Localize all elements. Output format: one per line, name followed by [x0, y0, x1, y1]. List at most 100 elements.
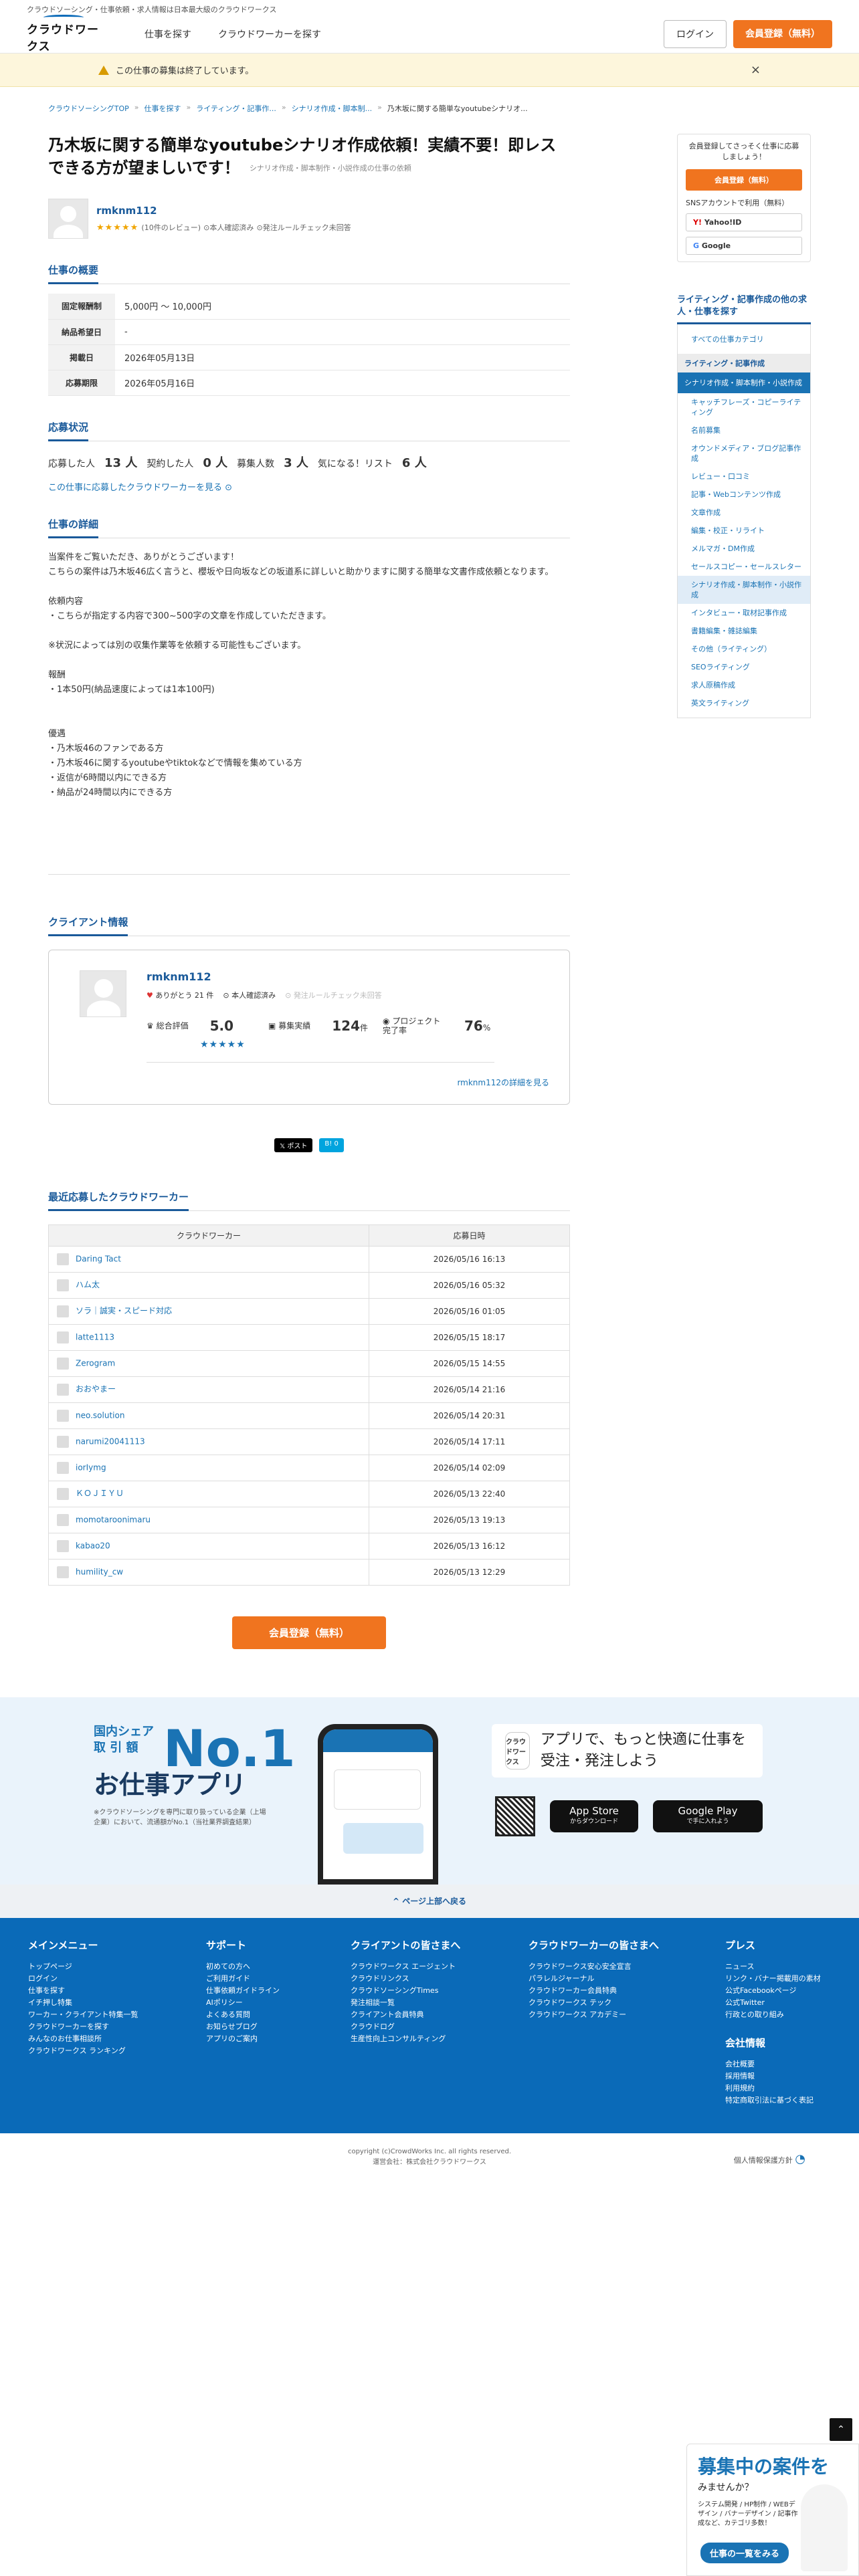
avatar[interactable] — [57, 1357, 69, 1370]
category-item[interactable]: 文章作成 — [678, 504, 810, 522]
footer-link[interactable]: 発注相談一覧 — [351, 1997, 529, 2009]
footer-link[interactable]: みんなのお仕事相談所 — [28, 2033, 206, 2045]
category-item[interactable]: 英文ライティング — [678, 694, 810, 718]
category-item[interactable]: 編集・校正・リライト — [678, 522, 810, 540]
footer-link[interactable]: クラウドワーカー会員特典 — [529, 1985, 725, 1997]
category-item[interactable]: インタビュー・取材記事作成 — [678, 604, 810, 622]
avatar[interactable] — [57, 1487, 69, 1500]
category-item-current[interactable]: シナリオ作成・脚本制作・小説作成 — [678, 576, 810, 604]
worker-link[interactable]: iorIymg — [76, 1463, 106, 1472]
footer-link[interactable]: 採用情報 — [725, 2070, 852, 2082]
category-item[interactable]: その他（ライティング） — [678, 640, 810, 658]
app-store-button[interactable]: App Store からダウンロード — [550, 1800, 638, 1832]
breadcrumb-item[interactable]: ライティング・記事作... — [196, 103, 276, 114]
footer-link[interactable]: クラウドワークス アカデミー — [529, 2009, 725, 2021]
footer-link[interactable]: お知らせブログ — [206, 2021, 351, 2033]
category-item[interactable]: レビュー・口コミ — [678, 467, 810, 486]
company-text[interactable]: 運営会社：株式会社クラウドワークス — [0, 2157, 859, 2168]
footer-link[interactable]: クラウドログ — [351, 2021, 529, 2033]
worker-link[interactable]: momotaroonimaru — [76, 1515, 151, 1524]
job-category[interactable]: シナリオ作成・脚本制作・小説作成の仕事の依頼 — [250, 164, 411, 173]
footer-link[interactable]: クラウドソーシングTimes — [351, 1985, 529, 1997]
worker-link[interactable]: narumi20041113 — [76, 1436, 145, 1446]
nav-find-workers[interactable]: クラウドワーカーを探す — [218, 27, 321, 41]
view-applicants-link[interactable]: この仕事に応募したクラウドワーカーを見る ⊙ — [48, 480, 570, 493]
footer-link[interactable]: 利用規約 — [725, 2082, 852, 2095]
footer-link[interactable]: 公式Twitter — [725, 1997, 852, 2009]
category-item[interactable]: 名前募集 — [678, 421, 810, 439]
footer-link[interactable]: 行政との取り組み — [725, 2009, 852, 2021]
footer-link[interactable]: クラウドワークス安心安全宣言 — [529, 1961, 725, 1973]
worker-link[interactable]: Daring Tact — [76, 1254, 121, 1263]
category-item[interactable]: 求人原稿作成 — [678, 676, 810, 694]
category-group[interactable]: ライティング・記事作成 — [678, 354, 810, 372]
google-play-button[interactable]: Google Play で手に入れよう — [653, 1800, 763, 1832]
avatar[interactable] — [57, 1331, 69, 1344]
avatar[interactable] — [57, 1435, 69, 1448]
privacy-link[interactable]: 個人情報保護方針 ◔ — [734, 2152, 805, 2166]
worker-link[interactable]: humility_cw — [76, 1567, 123, 1576]
worker-link[interactable]: ＫＯＪＩＹＵ — [76, 1489, 124, 1498]
footer-link[interactable]: クライアント会員特典 — [351, 2009, 529, 2021]
google-login-button[interactable]: G Google — [686, 237, 802, 255]
register-cta-button[interactable]: 会員登録（無料） — [232, 1616, 386, 1649]
footer-link[interactable]: 仕事を探す — [28, 1985, 206, 1997]
footer-link[interactable]: 特定商取引法に基づく表記 — [725, 2095, 852, 2107]
avatar[interactable] — [57, 1305, 69, 1317]
footer-link[interactable]: クラウドワークス テック — [529, 1997, 725, 2009]
category-selected[interactable]: シナリオ作成・脚本制作・小説作成 — [678, 372, 810, 393]
yahoo-login-button[interactable]: Y! Yahoo!ID — [686, 213, 802, 231]
close-icon[interactable]: × — [751, 63, 761, 77]
footer-link[interactable]: ニュース — [725, 1961, 852, 1973]
footer-link[interactable]: トップページ — [28, 1961, 206, 1973]
breadcrumb-item[interactable]: クラウドソーシングTOP — [48, 103, 129, 114]
worker-link[interactable]: おおやまー — [76, 1384, 116, 1394]
avatar[interactable] — [57, 1566, 69, 1578]
breadcrumb-item[interactable]: 仕事を探す — [145, 103, 181, 114]
footer-link[interactable]: イチ押し特集 — [28, 1997, 206, 2009]
footer-link[interactable]: 公式Facebookページ — [725, 1985, 852, 1997]
footer-link[interactable]: 生産性向上コンサルティング — [351, 2033, 529, 2045]
footer-link[interactable]: アプリのご案内 — [206, 2033, 351, 2045]
category-item[interactable]: SEOライティング — [678, 658, 810, 676]
ad-view-jobs-button[interactable]: 仕事の一覧をみる — [700, 2543, 789, 2563]
category-item[interactable]: メルマガ・DM作成 — [678, 540, 810, 558]
nav-find-jobs[interactable]: 仕事を探す — [145, 27, 191, 41]
x-post-button[interactable]: 𝕏 ポスト — [274, 1138, 313, 1152]
footer-link[interactable]: パラレルジャーナル — [529, 1973, 725, 1985]
footer-link[interactable]: 会社概要 — [725, 2058, 852, 2070]
worker-link[interactable]: ソラ｜誠実・スピード対応 — [76, 1306, 172, 1315]
footer-link[interactable]: クラウドワークス エージェント — [351, 1961, 529, 1973]
client-detail-link[interactable]: rmknm112の詳細を見る — [457, 1077, 549, 1088]
register-button[interactable]: 会員登録（無料） — [733, 19, 832, 48]
page-top-link[interactable]: ^ ページ上部へ戻る — [0, 1885, 859, 1918]
logo[interactable]: クラウドワークス — [27, 14, 100, 53]
review-count[interactable]: (10件のレビュー) — [141, 223, 201, 232]
footer-link[interactable]: クラウドリンクス — [351, 1973, 529, 1985]
avatar[interactable] — [57, 1461, 69, 1474]
chevron-up-icon[interactable]: ⌃ — [830, 2418, 852, 2441]
all-categories-link[interactable]: すべての仕事カテゴリ — [678, 324, 810, 354]
worker-link[interactable]: kabao20 — [76, 1541, 110, 1550]
footer-link[interactable]: ログイン — [28, 1973, 206, 1985]
avatar[interactable] — [57, 1513, 69, 1526]
worker-link[interactable]: latte1113 — [76, 1332, 114, 1341]
client-name[interactable]: rmknm112 — [147, 970, 547, 983]
worker-link[interactable]: Zerogram — [76, 1358, 115, 1368]
footer-link[interactable]: クラウドワーカーを探す — [28, 2021, 206, 2033]
sidebar-register-button[interactable]: 会員登録（無料） — [686, 169, 802, 191]
avatar[interactable] — [57, 1253, 69, 1265]
avatar[interactable] — [80, 970, 126, 1017]
avatar[interactable] — [57, 1409, 69, 1422]
breadcrumb-item[interactable]: シナリオ作成・脚本制... — [292, 103, 373, 114]
footer-link[interactable]: リンク・バナー掲載用の素材 — [725, 1973, 852, 1985]
login-button[interactable]: ログイン — [664, 19, 727, 48]
client-name[interactable]: rmknm112 — [96, 205, 351, 217]
footer-link[interactable]: よくある質問 — [206, 2009, 351, 2021]
footer-link[interactable]: クラウドワークス ランキング — [28, 2045, 206, 2057]
footer-link[interactable]: AIポリシー — [206, 1997, 351, 2009]
avatar[interactable] — [57, 1383, 69, 1396]
footer-link[interactable]: 初めての方へ — [206, 1961, 351, 1973]
avatar[interactable] — [48, 199, 88, 239]
hatena-bookmark-button[interactable]: B! 0 — [319, 1138, 344, 1152]
